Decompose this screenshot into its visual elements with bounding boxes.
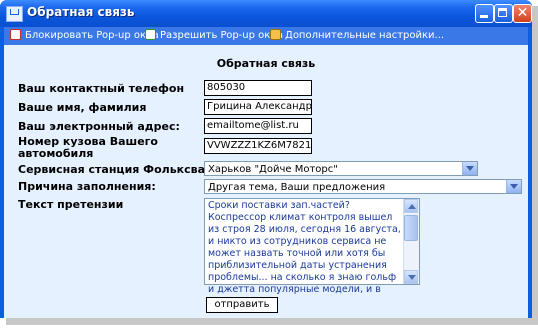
popup-blocker-toolbar: Блокировать Pop-up окна Разрешить Pop-up… <box>4 27 528 46</box>
window-title: Обратная связь <box>27 5 135 19</box>
allow-popup-icon <box>145 29 156 40</box>
window-shadow-right <box>532 6 538 324</box>
block-popup-icon <box>10 29 21 40</box>
settings-icon <box>270 29 281 40</box>
claim-label: Текст претензии <box>18 198 124 211</box>
submit-button[interactable]: отправить <box>206 297 278 313</box>
popup-window: Обратная связь ✕ Блокировать Pop-up окна… <box>0 0 532 318</box>
allow-popups-label: Разрешить Pop-up окна <box>160 30 283 41</box>
station-select[interactable]: Харьков "Дойче Моторс" <box>204 161 478 176</box>
window-app-icon <box>6 6 23 22</box>
advanced-settings-button[interactable]: Дополнительные настройки... <box>270 29 444 43</box>
chevron-down-icon[interactable] <box>462 162 477 175</box>
body-number-label: Номер кузова Вашего автомобиля <box>18 135 158 160</box>
phone-label: Ваш контактный телефон <box>18 82 185 95</box>
minimize-button[interactable] <box>475 4 494 23</box>
scroll-up-icon[interactable] <box>404 199 418 213</box>
body-number-input[interactable]: VVWZZZ1KZ6M782104 <box>204 138 312 154</box>
title-bar[interactable]: Обратная связь ✕ <box>0 0 532 27</box>
email-label: Ваш электронный адрес: <box>18 120 180 133</box>
reason-select[interactable]: Другая тема, Ваши предложения <box>204 179 522 194</box>
block-popups-button[interactable]: Блокировать Pop-up окна <box>10 29 159 43</box>
advanced-settings-label: Дополнительные настройки... <box>285 30 445 41</box>
block-popups-label: Блокировать Pop-up окна <box>25 30 159 41</box>
station-selected-value: Харьков "Дойче Моторс" <box>208 164 338 175</box>
close-button[interactable]: ✕ <box>513 4 532 23</box>
email-input[interactable]: emailtome@list.ru <box>204 118 312 134</box>
scroll-down-icon[interactable] <box>404 270 418 284</box>
form-heading: Обратная связь <box>216 57 316 70</box>
close-icon: ✕ <box>516 5 529 21</box>
phone-input[interactable]: 805030 <box>204 80 312 96</box>
scroll-thumb[interactable] <box>404 215 418 241</box>
claim-text: Сроки поставки зап.частей? Коспрессор кл… <box>208 200 401 295</box>
chevron-down-icon[interactable] <box>506 180 521 193</box>
allow-popups-button[interactable]: Разрешить Pop-up окна <box>145 29 283 43</box>
reason-selected-value: Другая тема, Ваши предложения <box>208 182 386 193</box>
reason-label: Причина заполнения: <box>18 180 156 193</box>
claim-textarea[interactable]: Сроки поставки зап.частей? Коспрессор кл… <box>204 198 420 295</box>
window-shadow-bottom <box>6 318 538 325</box>
name-input[interactable]: Грицина Александр <box>204 99 312 115</box>
name-label: Ваше имя, фамилия <box>18 101 147 114</box>
station-label: Сервисная станция Фольксваген <box>18 163 226 176</box>
claim-scrollbar[interactable] <box>403 199 419 284</box>
maximize-button[interactable] <box>494 4 513 23</box>
feedback-form: Обратная связь Ваш контактный телефон 80… <box>4 45 528 318</box>
